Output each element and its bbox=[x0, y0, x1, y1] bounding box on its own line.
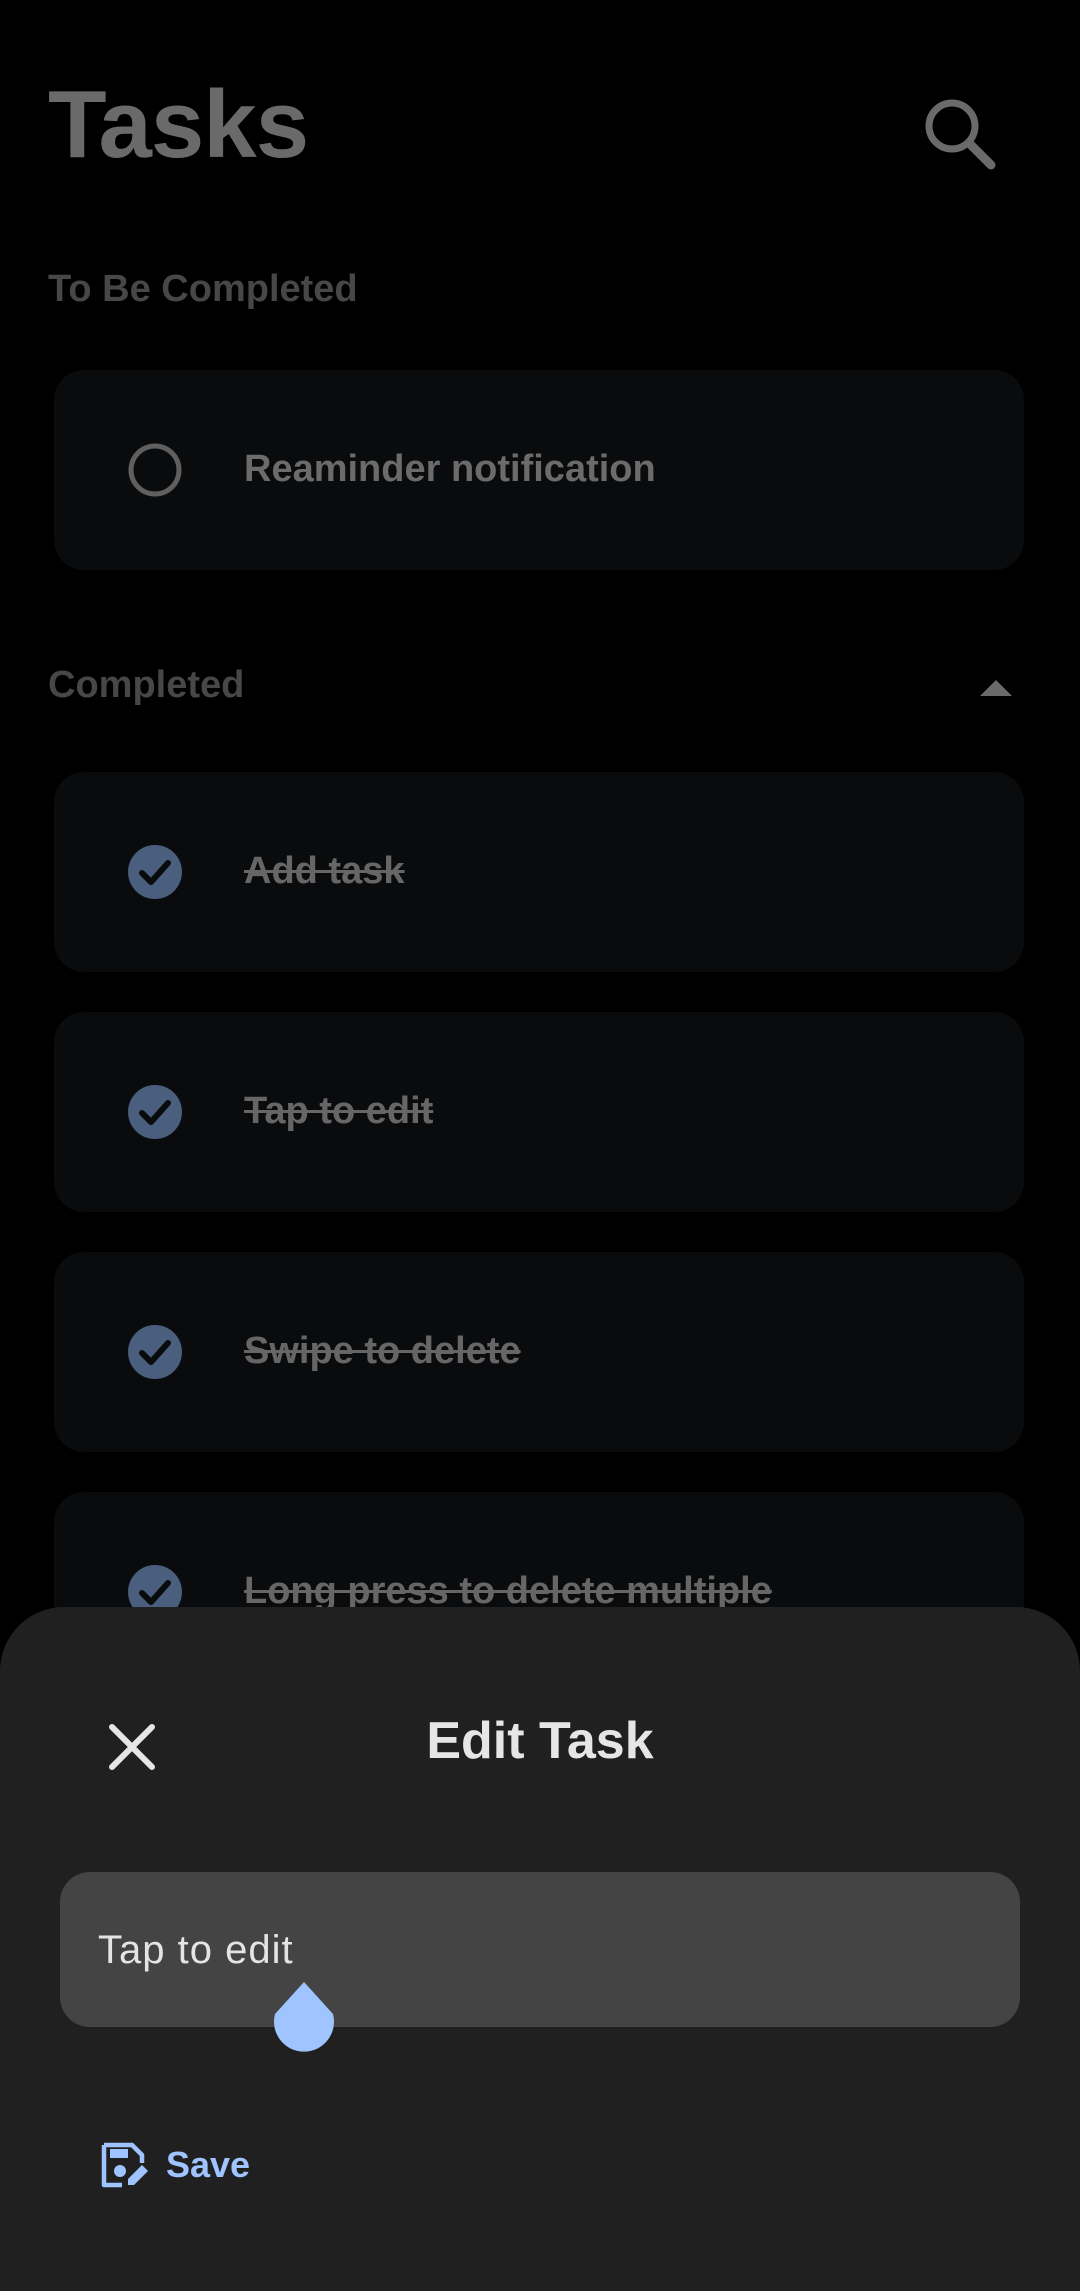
task-label: Swipe to delete bbox=[244, 1330, 521, 1372]
section-label-pending: To Be Completed bbox=[48, 268, 358, 310]
search-button[interactable] bbox=[916, 92, 1006, 182]
page-title: Tasks bbox=[48, 71, 309, 178]
cursor-handle-icon bbox=[274, 1982, 334, 2052]
task-checkbox[interactable] bbox=[128, 443, 182, 497]
check-circle-icon bbox=[128, 1085, 182, 1139]
task-label: Tap to edit bbox=[244, 1090, 434, 1132]
save-edit-icon bbox=[101, 2142, 148, 2188]
task-checkbox[interactable] bbox=[128, 1085, 182, 1139]
section-label-completed: Completed bbox=[48, 664, 245, 706]
save-label: Save bbox=[166, 2144, 251, 2185]
text-cursor-handle[interactable] bbox=[271, 1978, 337, 2062]
check-circle-icon bbox=[128, 845, 182, 899]
search-icon bbox=[925, 99, 996, 170]
task-checkbox[interactable] bbox=[128, 845, 182, 899]
screen: Tasks To Be Completed Reaminder notifica… bbox=[0, 0, 1080, 2291]
task-card-completed-2[interactable]: Tap to edit bbox=[54, 1012, 1024, 1212]
task-card-pending-1[interactable]: Reaminder notification bbox=[54, 370, 1024, 570]
task-checkbox[interactable] bbox=[128, 1325, 182, 1379]
collapse-completed-button[interactable] bbox=[966, 668, 1026, 708]
task-name-input[interactable] bbox=[96, 1872, 980, 2029]
task-input-container[interactable] bbox=[60, 1872, 1020, 2029]
chevron-up-icon bbox=[980, 680, 1012, 696]
check-circle-icon bbox=[128, 1325, 182, 1379]
task-card-completed-1[interactable]: Add task bbox=[54, 772, 1024, 972]
task-label: Add task bbox=[244, 850, 405, 892]
empty-circle-icon bbox=[128, 443, 182, 497]
task-label: Reaminder notification bbox=[244, 448, 656, 490]
sheet-title: Edit Task bbox=[426, 1712, 654, 1770]
save-button[interactable]: Save bbox=[98, 2135, 250, 2195]
task-card-completed-3[interactable]: Swipe to delete bbox=[54, 1252, 1024, 1452]
edit-task-sheet: Edit Task Save bbox=[0, 1607, 1080, 2291]
